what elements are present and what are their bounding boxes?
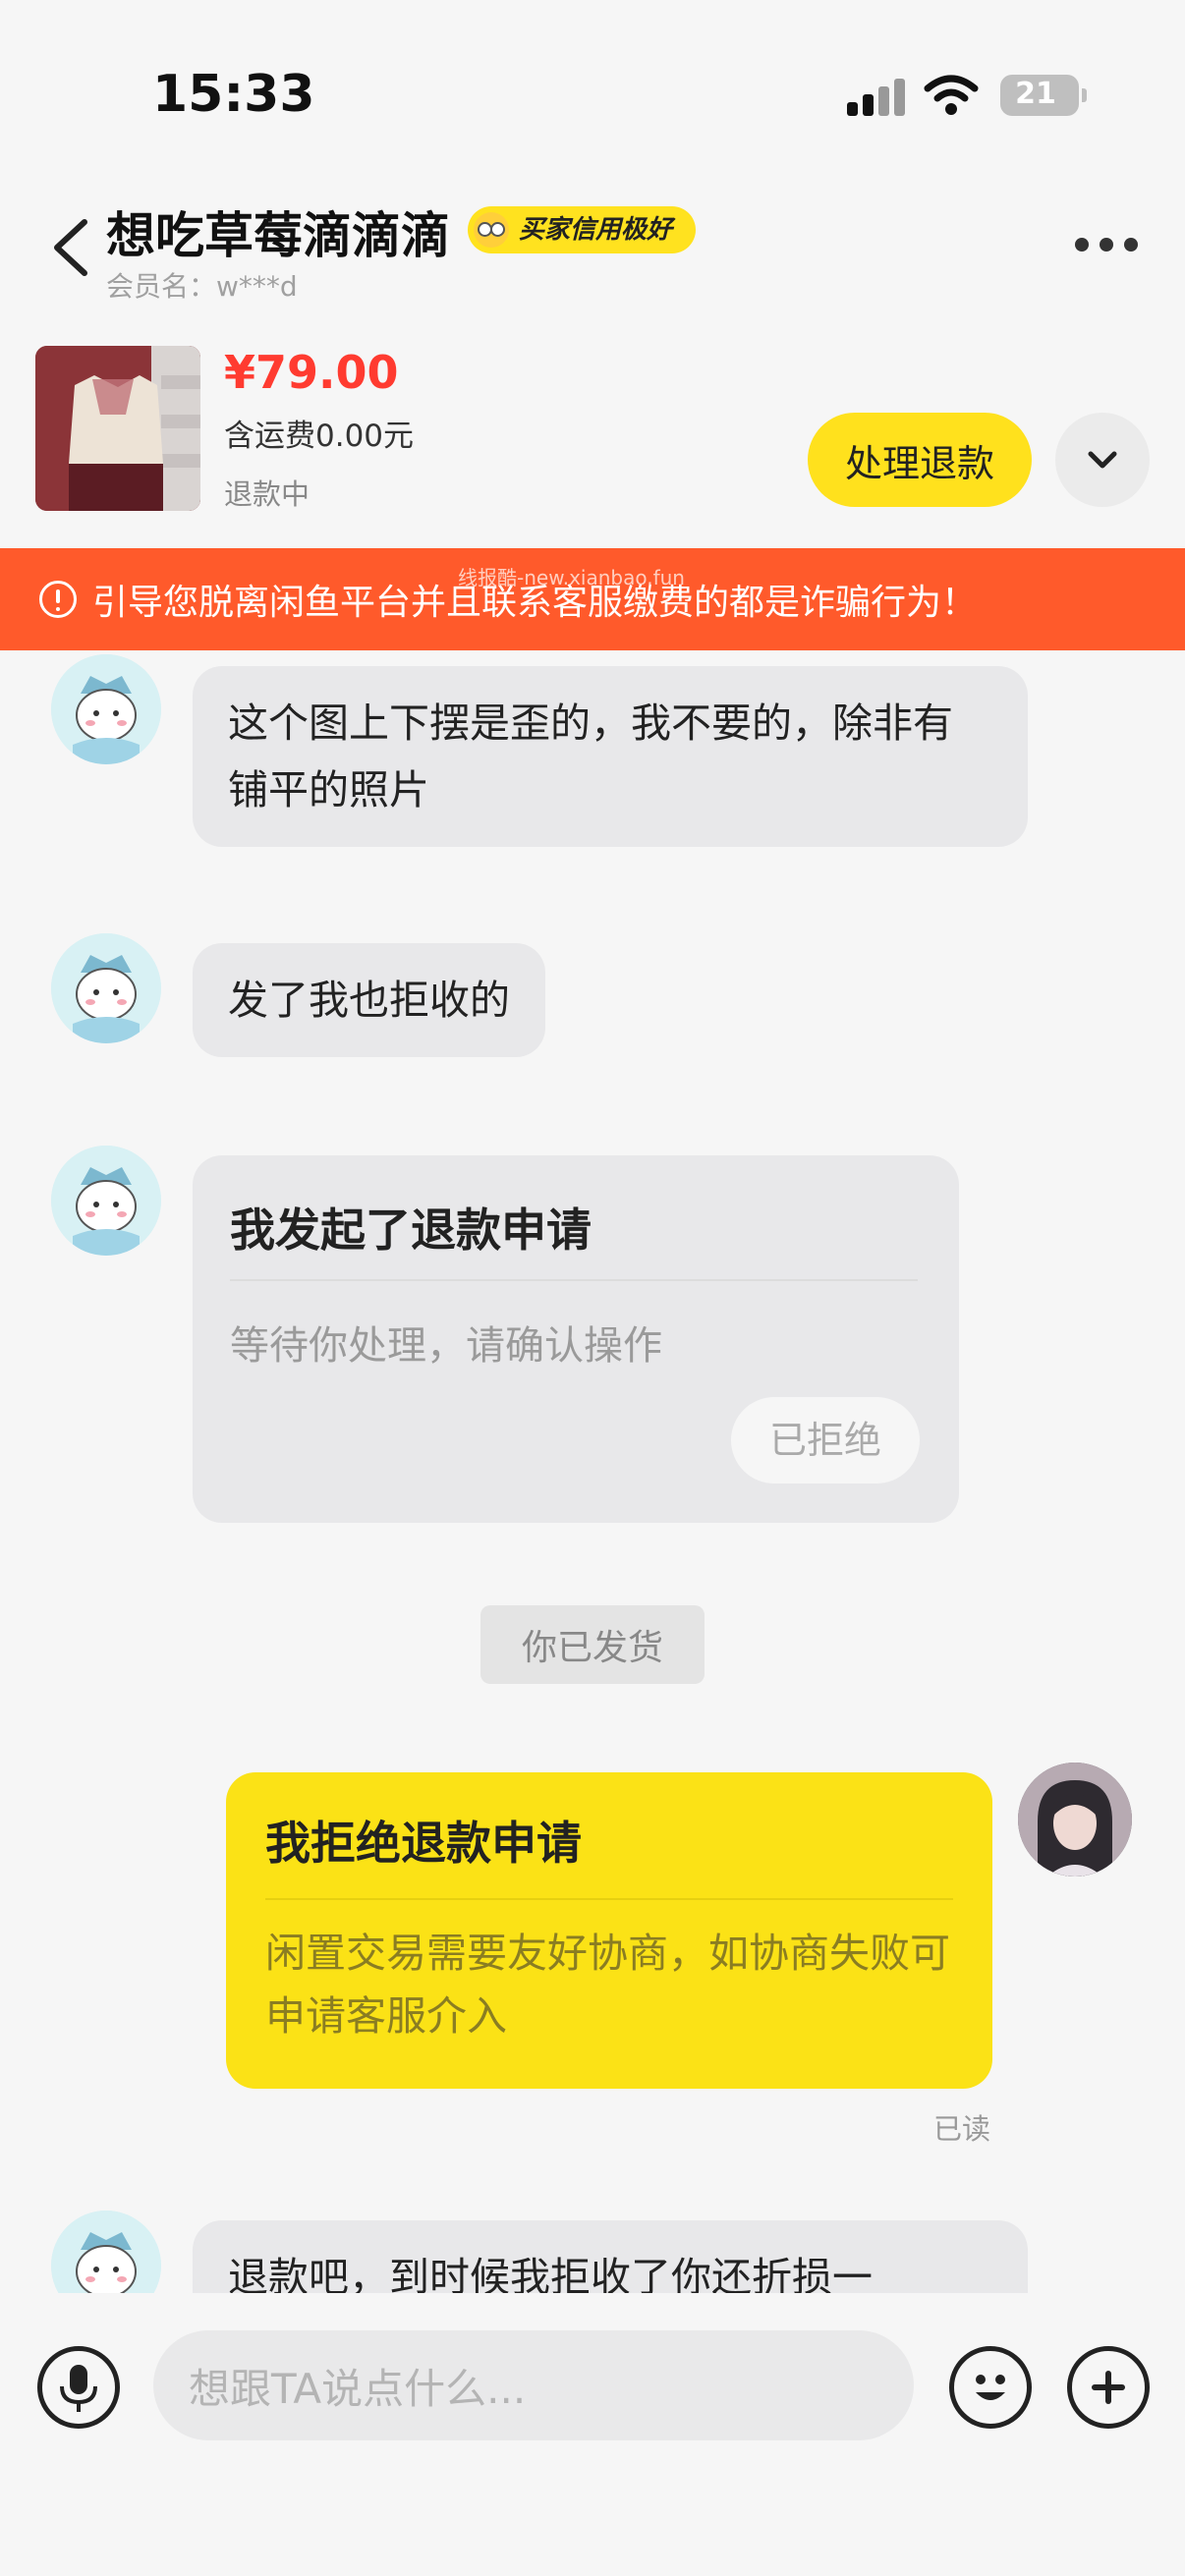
message-bubble[interactable]: 发了我也拒收的 xyxy=(193,943,545,1057)
product-price: ¥79.00 xyxy=(224,346,399,399)
member-name: 会员名：w***d xyxy=(106,270,298,303)
buyer-avatar[interactable] xyxy=(51,933,161,1043)
rejected-button[interactable]: 已拒绝 xyxy=(731,1397,920,1484)
buyer-avatar[interactable] xyxy=(51,2211,161,2293)
plus-icon[interactable] xyxy=(1067,2346,1150,2429)
battery-level: 21 xyxy=(1015,77,1056,111)
back-icon[interactable] xyxy=(49,216,92,279)
more-icon[interactable] xyxy=(1075,238,1138,252)
refund-request-card[interactable]: 我发起了退款申请 等待你处理，请确认操作 已拒绝 xyxy=(193,1155,959,1523)
chat-title: 想吃草莓滴滴滴 xyxy=(106,207,450,264)
refund-card-subtitle: 等待你处理，请确认操作 xyxy=(230,1323,662,1369)
system-notice: 你已发货 xyxy=(480,1605,705,1684)
divider xyxy=(230,1279,918,1281)
shipping-fee: 含运费0.00元 xyxy=(224,419,415,454)
message-bubble[interactable]: 这个图上下摆是歪的，我不要的，除非有铺平的照片 xyxy=(193,666,1028,847)
refund-card-title: 我发起了退款申请 xyxy=(230,1204,592,1257)
chat-area[interactable]: 这个图上下摆是歪的，我不要的，除非有铺平的照片 发了我也拒收的 我发起了退款申请… xyxy=(0,650,1185,2293)
message-bubble[interactable]: 退款吧，到时候我拒收了你还折损一 xyxy=(193,2220,1028,2293)
status-time: 15:33 xyxy=(152,65,315,124)
buyer-avatar[interactable] xyxy=(51,1146,161,1256)
microphone-icon[interactable] xyxy=(37,2346,120,2429)
handle-refund-button[interactable]: 处理退款 xyxy=(808,413,1032,507)
buyer-avatar[interactable] xyxy=(51,654,161,764)
product-thumbnail[interactable] xyxy=(35,346,200,511)
credit-badge: 买家信用极好 xyxy=(468,206,697,253)
watermark: 线报酷-new.xianbao.fun xyxy=(458,566,685,589)
chevron-down-icon xyxy=(1088,451,1117,469)
reject-card-body: 闲置交易需要友好协商，如协商失败可申请客服介入 xyxy=(265,1930,950,2040)
emoji-icon[interactable] xyxy=(949,2346,1032,2429)
divider xyxy=(265,1898,953,1900)
credit-face-icon xyxy=(474,212,509,248)
credit-badge-label: 买家信用极好 xyxy=(519,215,673,245)
my-reject-card[interactable]: 我拒绝退款申请 闲置交易需要友好协商，如协商失败可申请客服介入 xyxy=(226,1772,992,2089)
expand-button[interactable] xyxy=(1055,413,1150,507)
read-receipt: 已读 xyxy=(933,2112,991,2146)
signal-icon xyxy=(847,77,906,116)
my-avatar[interactable] xyxy=(1018,1763,1132,1876)
reject-card-title: 我拒绝退款申请 xyxy=(265,1817,582,1870)
message-input[interactable]: 想跟TA说点什么... xyxy=(153,2330,914,2440)
battery-icon: 21 xyxy=(1000,75,1087,116)
warning-icon xyxy=(39,581,77,618)
wifi-icon xyxy=(924,75,979,115)
order-status: 退款中 xyxy=(224,477,310,511)
